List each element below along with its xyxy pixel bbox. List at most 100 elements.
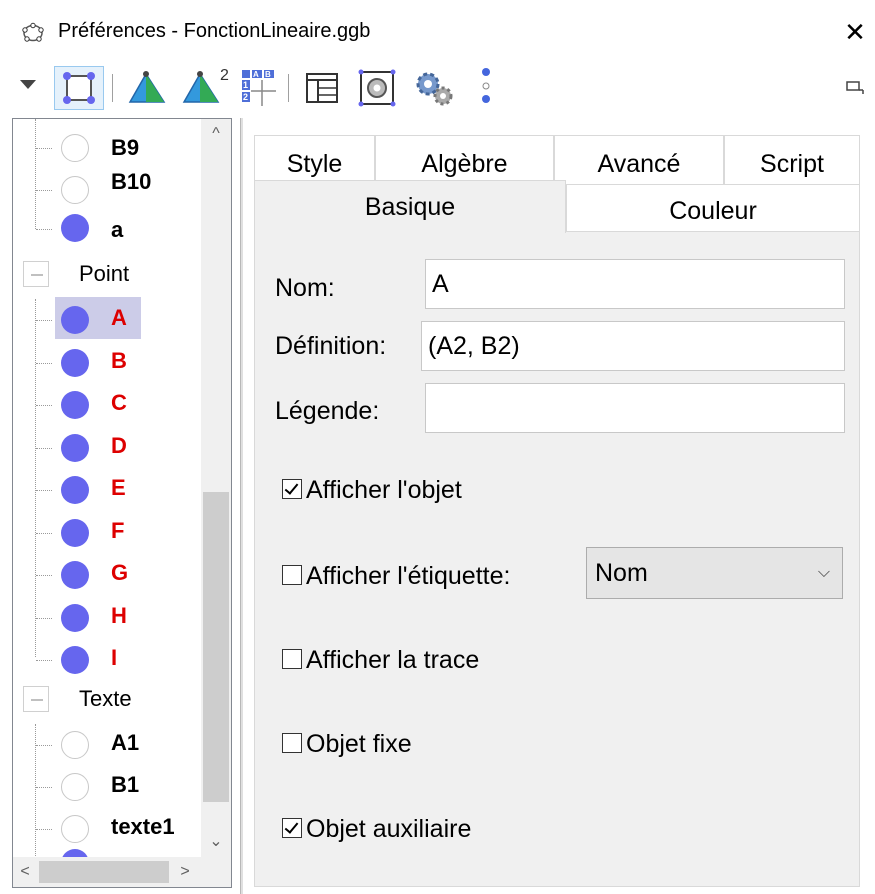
geogebra-logo-icon	[22, 22, 44, 44]
tree-line	[36, 362, 52, 364]
tree-item-point[interactable]: D	[13, 427, 203, 469]
graphics-settings-icon[interactable]	[356, 66, 400, 110]
vertical-scroll-thumb[interactable]	[203, 492, 229, 802]
visibility-toggle-icon[interactable]	[61, 561, 89, 589]
tab-script[interactable]: Script	[724, 135, 860, 185]
tree-item-a[interactable]: a	[13, 211, 203, 253]
checkbox-icon[interactable]	[282, 733, 302, 753]
tree-item-point[interactable]: F	[13, 512, 203, 554]
show-trace-checkbox[interactable]: Afficher la trace	[282, 646, 479, 675]
tree-item-point[interactable]: C	[13, 384, 203, 426]
spreadsheet-row-1: 1	[243, 80, 248, 90]
3d-2-objects-icon[interactable]: 2	[178, 66, 234, 110]
dropdown-arrow-icon[interactable]	[18, 66, 38, 110]
definition-input[interactable]	[421, 321, 845, 371]
tree-item-label: texte1	[111, 814, 175, 839]
scroll-left-icon[interactable]: <	[13, 857, 37, 887]
tree-line	[36, 190, 52, 191]
tree-item-b1[interactable]: B1	[13, 766, 203, 808]
scroll-up-icon[interactable]: ^	[201, 119, 231, 149]
advanced-gear-icon[interactable]	[410, 66, 460, 110]
visibility-toggle-icon[interactable]	[61, 134, 89, 162]
tree-item-texte1[interactable]: texte1	[13, 808, 189, 850]
collapse-point-group-icon[interactable]	[23, 261, 49, 287]
tab-advanced[interactable]: Avancé	[554, 135, 724, 185]
tree-item-label: A1	[111, 730, 140, 755]
name-input[interactable]	[425, 259, 845, 309]
tab-style[interactable]: Style	[254, 135, 375, 185]
checkbox-icon[interactable]	[282, 818, 302, 838]
scroll-right-icon[interactable]: >	[173, 857, 197, 887]
tree-item-label: I	[111, 645, 118, 670]
show-label-checkbox[interactable]: Afficher l'étiquette:	[282, 562, 510, 591]
tree-item-label: D	[111, 432, 127, 458]
more-vertical-icon[interactable]	[476, 66, 496, 110]
spreadsheet-col-b: B	[265, 70, 271, 79]
split-divider[interactable]	[240, 118, 243, 894]
tab-algebra[interactable]: Algèbre	[375, 135, 554, 185]
tree-line	[36, 320, 52, 321]
tree-item-point[interactable]: A	[13, 299, 203, 341]
tree-line	[36, 532, 52, 534]
visibility-toggle-icon[interactable]	[61, 391, 89, 419]
visibility-toggle-icon[interactable]	[61, 176, 89, 204]
show-object-label: Afficher l'objet	[306, 476, 462, 504]
checkbox-icon[interactable]	[282, 565, 302, 585]
restore-window-icon[interactable]	[845, 66, 867, 110]
show-object-checkbox[interactable]: Afficher l'objet	[282, 476, 462, 505]
spreadsheet-row-2: 2	[243, 92, 248, 102]
tab-basic[interactable]: Basique	[254, 180, 566, 233]
graphics-objects-icon[interactable]	[54, 66, 104, 110]
3d-objects-icon[interactable]	[124, 66, 170, 110]
checkbox-icon[interactable]	[282, 479, 302, 499]
tree-item-point[interactable]: E	[13, 469, 203, 511]
collapse-text-group-icon[interactable]	[23, 686, 49, 712]
tree-item-point[interactable]: H	[13, 597, 203, 639]
visibility-toggle-icon[interactable]	[61, 348, 89, 377]
visibility-toggle-icon[interactable]	[61, 214, 89, 242]
horizontal-scrollbar[interactable]: < >	[13, 857, 231, 887]
tree-item-label: F	[111, 517, 125, 543]
close-button[interactable]: ✕	[835, 10, 875, 55]
visibility-toggle-icon[interactable]	[61, 646, 89, 674]
tree-item-a1[interactable]: A1	[13, 724, 203, 766]
tree-group-text[interactable]: Texte	[79, 686, 132, 712]
tree-line	[36, 229, 52, 230]
tree-item-label: B10	[111, 169, 152, 194]
object-tree[interactable]: B9 B10 a Point ABCDEFGHI Texte A1 B1 tex…	[12, 118, 232, 888]
auxiliary-object-checkbox[interactable]: Objet auxiliaire	[282, 815, 471, 844]
caption-input[interactable]	[425, 383, 845, 433]
tree-item-b9[interactable]: B9	[13, 127, 203, 169]
horizontal-scroll-thumb[interactable]	[39, 861, 169, 883]
tree-line	[36, 148, 52, 149]
chevron-down-icon: ⌵	[817, 564, 830, 581]
tree-line	[36, 787, 52, 788]
tab-color[interactable]: Couleur	[566, 184, 860, 232]
visibility-toggle-icon[interactable]	[61, 603, 89, 632]
definition-label: Définition:	[275, 332, 387, 360]
spreadsheet-objects-icon[interactable]: A B 1 2	[236, 66, 280, 110]
label-mode-select[interactable]: Nom ⌵	[586, 547, 843, 599]
visibility-toggle-icon[interactable]	[61, 306, 89, 334]
name-label: Nom:	[275, 274, 335, 302]
visibility-toggle-icon[interactable]	[61, 773, 89, 801]
visibility-toggle-icon[interactable]	[61, 476, 89, 504]
layout-icon[interactable]	[302, 66, 342, 110]
tree-item-label: B1	[111, 772, 140, 797]
tree-item-point[interactable]: I	[13, 639, 203, 681]
visibility-toggle-icon[interactable]	[61, 815, 89, 843]
fix-object-label: Objet fixe	[306, 730, 412, 758]
auxiliary-object-label: Objet auxiliaire	[306, 815, 472, 843]
tree-item-point[interactable]: B	[13, 342, 203, 384]
tree-item-b10[interactable]: B10	[13, 169, 203, 211]
scroll-down-icon[interactable]: ⌄	[201, 827, 231, 857]
visibility-toggle-icon[interactable]	[61, 518, 89, 547]
tree-item-point[interactable]: G	[13, 554, 203, 596]
tree-group-point[interactable]: Point	[79, 261, 129, 287]
checkbox-icon[interactable]	[282, 649, 302, 669]
tree-item-label: B	[111, 347, 127, 373]
fix-object-checkbox[interactable]: Objet fixe	[282, 730, 412, 759]
visibility-toggle-icon[interactable]	[61, 731, 89, 759]
visibility-toggle-icon[interactable]	[61, 433, 89, 462]
vertical-scrollbar[interactable]: ^ ⌄	[201, 119, 231, 857]
